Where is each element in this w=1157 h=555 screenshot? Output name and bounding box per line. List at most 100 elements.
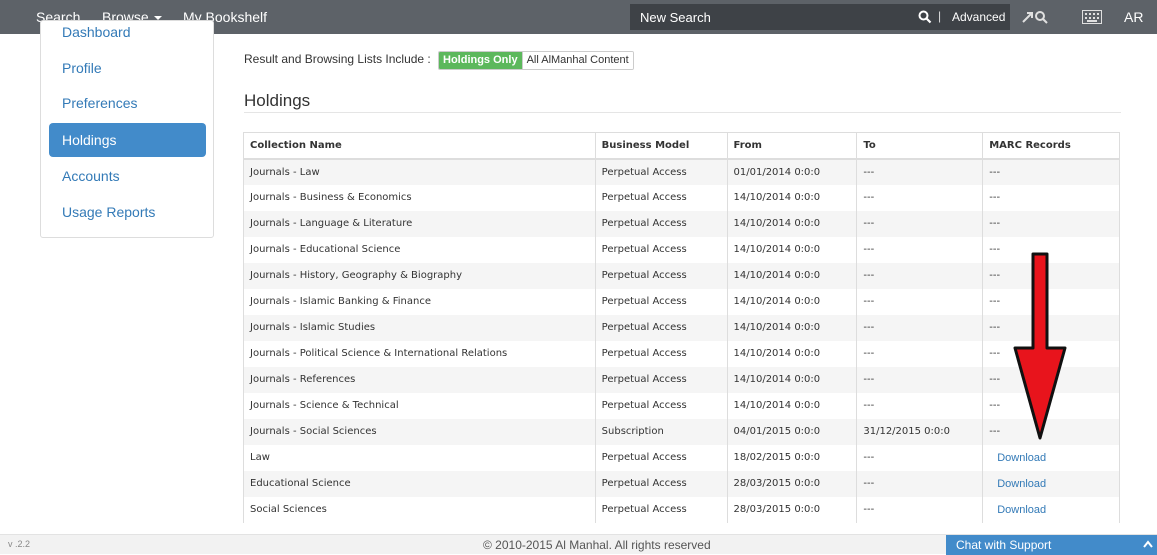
cell-collection-name: Journals - Science & Technical: [243, 392, 596, 419]
divider: [244, 112, 1121, 113]
cell-collection-name: Journals - Islamic Studies: [243, 314, 596, 341]
table-row: Journals - Law Perpetual Access 01/01/2014…: [243, 158, 1120, 185]
cell-to: ---: [856, 366, 984, 393]
cell-business-model: Perpetual Access: [594, 158, 728, 185]
marc-download-link[interactable]: Download: [997, 478, 1046, 490]
column-header-marc-records: MARC Records: [982, 132, 1120, 160]
account-sidebar: Dashboard Profile Preferences Holdings A…: [40, 20, 214, 238]
cell-business-model: Perpetual Access: [594, 444, 728, 471]
cell-from: 28/03/2015 0:0:0: [726, 470, 858, 497]
chevron-up-icon: [1143, 540, 1153, 548]
cell-marc-records: Download: [982, 496, 1120, 523]
sidebar-item-profile[interactable]: Profile: [49, 51, 206, 85]
search-box: | Advanced: [630, 4, 1010, 30]
page-title: Holdings: [244, 91, 311, 110]
cell-collection-name: Journals - Islamic Banking & Finance: [243, 288, 596, 315]
cell-to: 31/12/2015 0:0:0: [856, 418, 984, 445]
sidebar-item-preferences[interactable]: Preferences: [49, 86, 206, 120]
cell-from: 14/10/2014 0:0:0: [726, 288, 858, 315]
cell-business-model: Perpetual Access: [594, 392, 728, 419]
cell-collection-name: Law: [243, 444, 596, 471]
cell-business-model: Perpetual Access: [594, 470, 728, 497]
all-content-button[interactable]: All AlManhal Content: [521, 52, 633, 69]
marc-download-link[interactable]: Download: [997, 452, 1046, 464]
column-header-from: From: [726, 132, 858, 160]
content-filter-toggle: Holdings Only All AlManhal Content: [438, 51, 634, 70]
keyboard-icon[interactable]: [1082, 10, 1102, 24]
cell-business-model: Subscription: [594, 418, 728, 445]
cell-marc-records: Download: [982, 444, 1120, 471]
search-icon[interactable]: [918, 10, 932, 24]
cell-marc-records: ---: [982, 184, 1120, 211]
cell-business-model: Perpetual Access: [594, 236, 728, 263]
cell-to: ---: [856, 262, 984, 289]
annotation-arrow-icon: [1013, 252, 1067, 440]
content-filter-label: Result and Browsing Lists Include :: [244, 52, 431, 66]
table-row: Law Perpetual Access 18/02/2015 0:0:0 --- Do…: [243, 444, 1120, 471]
cell-to: ---: [856, 470, 984, 497]
marc-download-link[interactable]: Download: [997, 504, 1046, 516]
cell-from: 14/10/2014 0:0:0: [726, 340, 858, 367]
sidebar-item-dashboard[interactable]: Dashboard: [49, 21, 206, 49]
cell-from: 18/02/2015 0:0:0: [726, 444, 858, 471]
copyright-text: © 2010-2015 Al Manhal. All rights reserv…: [483, 538, 711, 552]
cell-to: ---: [856, 288, 984, 315]
sidebar-item-holdings[interactable]: Holdings: [49, 123, 206, 157]
cell-from: 14/10/2014 0:0:0: [726, 184, 858, 211]
sidebar-item-accounts[interactable]: Accounts: [49, 159, 206, 193]
cell-marc-records: ---: [982, 158, 1120, 185]
cell-collection-name: Journals - History, Geography & Biograph…: [243, 262, 596, 289]
cell-from: 01/01/2014 0:0:0: [726, 158, 858, 185]
cell-from: 14/10/2014 0:0:0: [726, 392, 858, 419]
cell-from: 28/03/2015 0:0:0: [726, 496, 858, 523]
table-row: Journals - Language & Literature Perpetua…: [243, 210, 1120, 237]
cell-collection-name: Journals - Law: [243, 158, 596, 185]
cell-to: ---: [856, 340, 984, 367]
version-label: v .2.2: [8, 539, 31, 549]
table-row: Journals - Political Science & Internati…: [243, 340, 1120, 367]
chat-support-button[interactable]: Chat with Support: [946, 535, 1157, 555]
holdings-only-button[interactable]: Holdings Only: [439, 52, 522, 69]
cell-business-model: Perpetual Access: [594, 366, 728, 393]
table-row: Social Sciences Perpetual Access 28/03/201…: [243, 496, 1120, 523]
cell-from: 14/10/2014 0:0:0: [726, 314, 858, 341]
cell-business-model: Perpetual Access: [594, 314, 728, 341]
table-row: Educational Science Perpetual Access 28/03…: [243, 470, 1120, 497]
cell-to: ---: [856, 444, 984, 471]
holdings-table: Collection Name Business Model From To M…: [243, 132, 1120, 523]
search-within-icon[interactable]: [1022, 9, 1050, 25]
cell-business-model: Perpetual Access: [594, 496, 728, 523]
column-header-collection: Collection Name: [243, 132, 596, 160]
cell-to: ---: [856, 314, 984, 341]
cell-business-model: Perpetual Access: [594, 262, 728, 289]
cell-from: 14/10/2014 0:0:0: [726, 236, 858, 263]
footer: v .2.2 © 2010-2015 Al Manhal. All rights…: [0, 534, 1157, 555]
separator: |: [938, 9, 942, 23]
advanced-search-link[interactable]: Advanced: [952, 10, 1005, 24]
column-header-to: To: [856, 132, 984, 160]
table-row: Journals - References Perpetual Access 14/…: [243, 366, 1120, 393]
table-row: Journals - Islamic Studies Perpetual Acce…: [243, 314, 1120, 341]
language-toggle[interactable]: AR: [1124, 0, 1143, 34]
table-row: Journals - Islamic Banking & Finance Perp…: [243, 288, 1120, 315]
cell-business-model: Perpetual Access: [594, 210, 728, 237]
table-row: Journals - Social Sciences Subscription 04…: [243, 418, 1120, 445]
cell-business-model: Perpetual Access: [594, 340, 728, 367]
cell-collection-name: Journals - Educational Science: [243, 236, 596, 263]
column-header-business-model: Business Model: [594, 132, 728, 160]
cell-collection-name: Journals - Business & Economics: [243, 184, 596, 211]
cell-marc-records: ---: [982, 210, 1120, 237]
cell-marc-records: Download: [982, 470, 1120, 497]
table-row: Journals - History, Geography & Biograph…: [243, 262, 1120, 289]
cell-to: ---: [856, 236, 984, 263]
cell-business-model: Perpetual Access: [594, 184, 728, 211]
search-input[interactable]: [640, 4, 890, 30]
cell-collection-name: Journals - Social Sciences: [243, 418, 596, 445]
cell-collection-name: Journals - References: [243, 366, 596, 393]
cell-to: ---: [856, 184, 984, 211]
cell-to: ---: [856, 392, 984, 419]
sidebar-item-usage-reports[interactable]: Usage Reports: [49, 195, 206, 229]
cell-to: ---: [856, 210, 984, 237]
table-header-row: Collection Name Business Model From To M…: [243, 132, 1120, 160]
table-row: Journals - Educational Science Perpetual …: [243, 236, 1120, 263]
